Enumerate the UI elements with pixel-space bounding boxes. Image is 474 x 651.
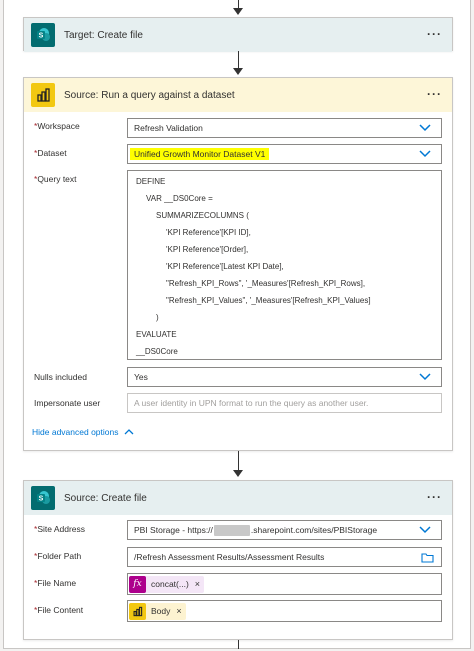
query-line: EVALUATE (136, 330, 177, 339)
run-query-card-title: Source: Run a query against a dataset (64, 89, 235, 101)
query-line: 'KPI Reference'[Order], (166, 245, 249, 254)
folder-path-label: *Folder Path (34, 551, 82, 561)
site-address-suffix: .sharepoint.com/sites/PBIStorage (250, 525, 378, 535)
chevron-down-icon (419, 150, 431, 158)
run-query-card[interactable]: Source: Run a query against a dataset ··… (23, 77, 453, 451)
query-line: DEFINE (136, 177, 166, 186)
file-content-label: *File Content (34, 605, 84, 615)
target-card-header[interactable]: S Target: Create file ··· (24, 18, 452, 52)
hide-advanced-options-link[interactable]: Hide advanced options (32, 427, 134, 437)
impersonate-user-placeholder: A user identity in UPN format to run the… (134, 398, 369, 408)
folder-path-value: /Refresh Assessment Results/Assessment R… (134, 552, 325, 562)
nulls-included-dropdown[interactable]: Yes (127, 367, 442, 387)
file-content-input[interactable]: Body × (127, 600, 442, 622)
impersonate-user-label: Impersonate user (34, 398, 101, 408)
workspace-label: *Workspace (34, 121, 80, 131)
chevron-down-icon (419, 373, 431, 381)
chevron-down-icon (419, 124, 431, 132)
dynamic-content-token[interactable]: Body × (129, 602, 186, 620)
sharepoint-icon: S (31, 23, 55, 47)
query-line: "Refresh_KPI_Rows", '_Measures'[Refresh_… (166, 279, 366, 288)
target-more-button[interactable]: ··· (427, 27, 442, 41)
query-line: VAR __DS0Core = (146, 194, 213, 203)
powerbi-icon (31, 83, 55, 107)
connector-arrow (233, 470, 243, 477)
chevron-down-icon (419, 526, 431, 534)
site-address-prefix: PBI Storage - https:// (134, 525, 213, 535)
query-text-label: *Query text (34, 174, 77, 184)
expression-token-label: concat(...) (151, 579, 189, 589)
query-line: 'KPI Reference'[Latest KPI Date], (166, 262, 284, 271)
site-address-dropdown[interactable]: PBI Storage - https:// .sharepoint.com/s… (127, 520, 442, 540)
dynamic-token-label: Body (151, 606, 171, 616)
site-address-label: *Site Address (34, 524, 86, 534)
file-name-label: *File Name (34, 578, 77, 588)
impersonate-user-input[interactable]: A user identity in UPN format to run the… (127, 393, 442, 413)
dataset-label: *Dataset (34, 148, 67, 158)
chevron-up-icon (125, 429, 134, 435)
workspace-dropdown[interactable]: Refresh Validation (127, 118, 442, 138)
remove-token-icon[interactable]: × (176, 606, 181, 616)
nulls-included-value: Yes (134, 372, 148, 382)
dataset-dropdown[interactable]: Unified Growth Monitor Dataset V1 (127, 144, 442, 164)
query-line: "Refresh_KPI_Values", '_Measures'[Refres… (166, 296, 371, 305)
svg-text:S: S (39, 496, 44, 503)
connector-arrow (233, 8, 243, 15)
flow-canvas: S Target: Create file ··· Source: Run a … (3, 0, 471, 649)
connector-arrow (233, 68, 243, 75)
target-card-title: Target: Create file (64, 29, 143, 41)
dataset-value: Unified Growth Monitor Dataset V1 (130, 148, 270, 160)
file-name-input[interactable]: fx concat(...) × (127, 573, 442, 595)
connector-line (238, 451, 239, 471)
create-file-card-title: Source: Create file (64, 492, 147, 504)
expression-token[interactable]: fx concat(...) × (129, 575, 205, 593)
query-line: SUMMARIZECOLUMNS ( (156, 211, 249, 220)
powerbi-icon (129, 602, 146, 620)
run-query-more-button[interactable]: ··· (427, 87, 442, 101)
remove-token-icon[interactable]: × (195, 579, 200, 589)
folder-path-input[interactable]: /Refresh Assessment Results/Assessment R… (127, 547, 442, 567)
create-file-more-button[interactable]: ··· (427, 490, 442, 504)
folder-icon[interactable] (421, 552, 434, 563)
create-file-card-header[interactable]: S Source: Create file ··· (24, 481, 452, 515)
run-query-card-header[interactable]: Source: Run a query against a dataset ··… (24, 78, 452, 112)
function-icon: fx (129, 575, 146, 593)
connector-line (238, 640, 239, 649)
redacted-tenant (213, 524, 250, 536)
connector-line (238, 51, 239, 69)
create-file-card[interactable]: S Source: Create file ··· *Site Address … (23, 480, 453, 640)
sharepoint-icon: S (31, 486, 55, 510)
workspace-value: Refresh Validation (134, 123, 203, 133)
query-line: __DS0Core (136, 347, 178, 356)
query-line: 'KPI Reference'[KPI ID], (166, 228, 251, 237)
nulls-included-label: Nulls included (34, 372, 87, 382)
svg-text:S: S (39, 33, 44, 40)
query-text-area[interactable]: DEFINE VAR __DS0Core = SUMMARIZECOLUMNS … (127, 170, 442, 360)
target-create-file-card[interactable]: S Target: Create file ··· (23, 17, 453, 52)
query-line: ) (156, 313, 159, 322)
